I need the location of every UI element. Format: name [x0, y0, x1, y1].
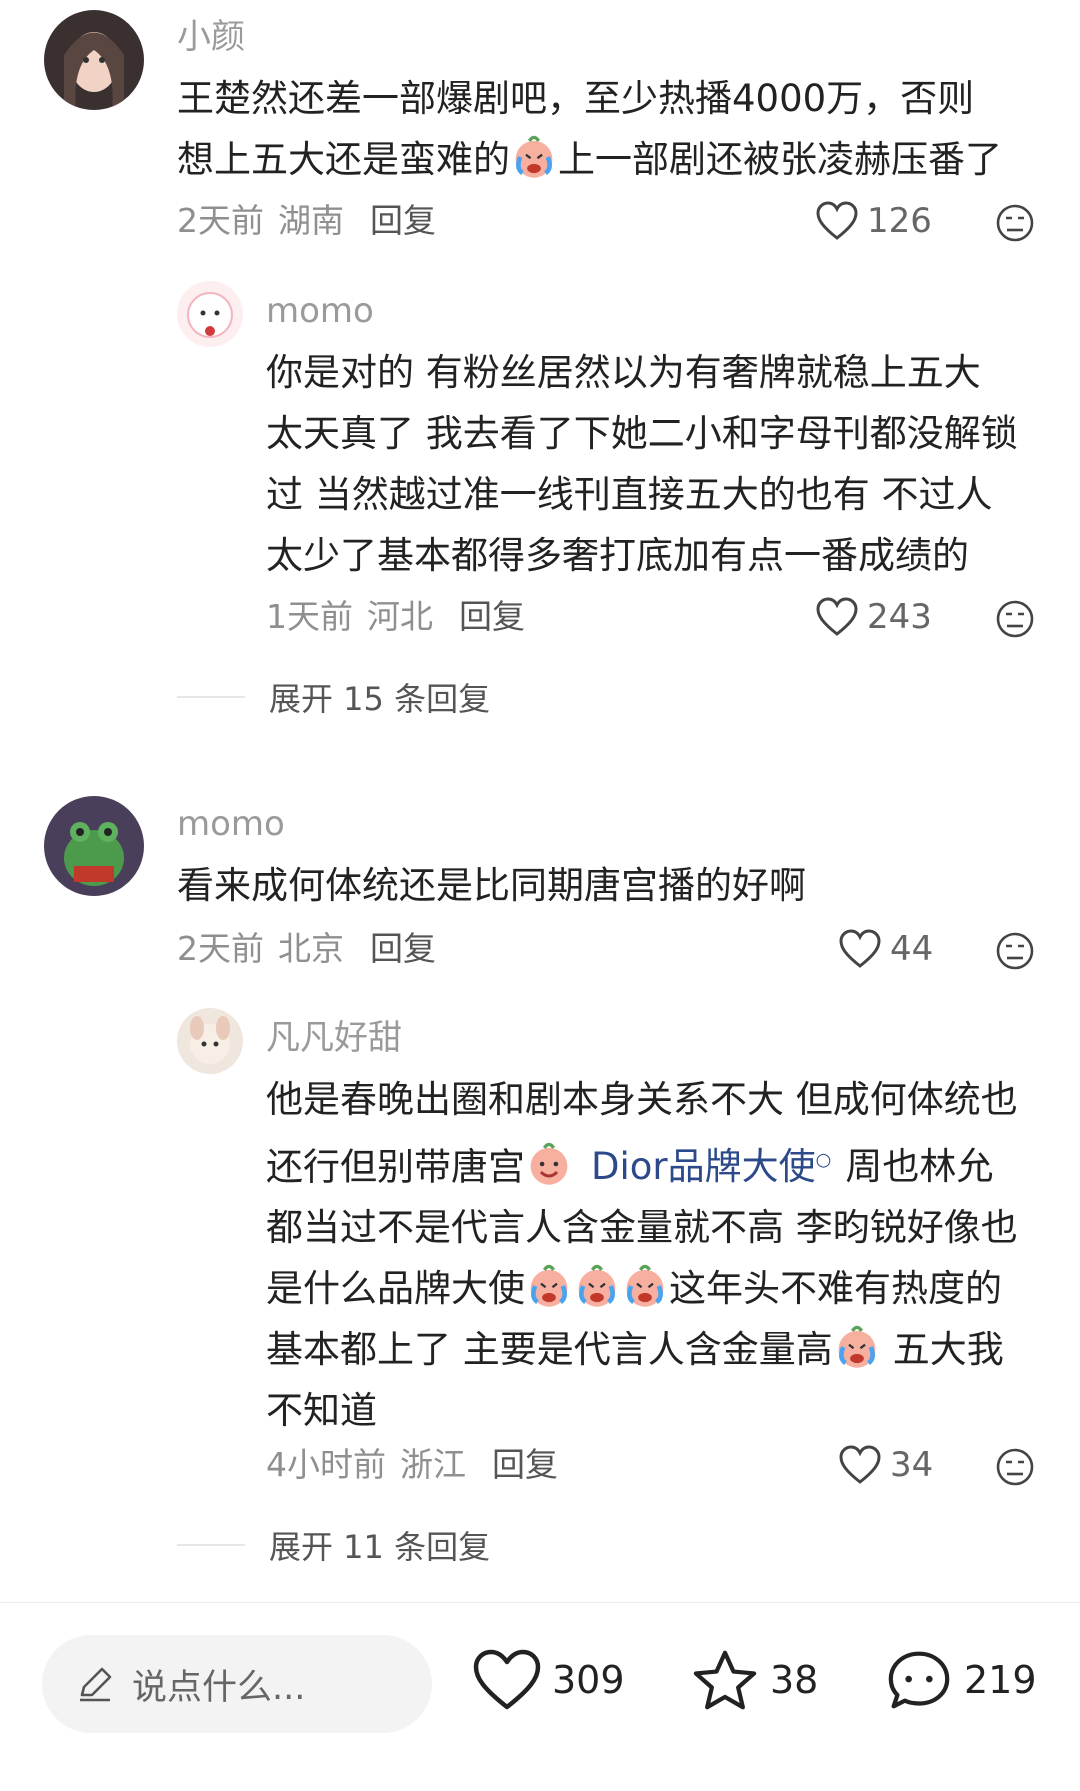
comment-line: 过 当然越过准一线刊直接五大的也有 不过人: [266, 473, 993, 516]
avatar[interactable]: [177, 1008, 243, 1074]
comment-meta: 4小时前 浙江 回复: [266, 1445, 558, 1485]
dislike-button[interactable]: [995, 1447, 1035, 1487]
dislike-face-icon: [996, 1448, 1034, 1486]
comment-meta: 1天前 河北 回复: [266, 597, 525, 637]
heart-icon: [839, 929, 881, 968]
dislike-face-icon: [996, 600, 1034, 638]
dislike-button[interactable]: [995, 599, 1035, 639]
crying-emoji: [511, 134, 557, 180]
comment-text: 他是春晚出圈和剧本身关系不大 但成何体统也 还行但别带唐宫 Dior品牌大使○ 周也…: [266, 1069, 1018, 1441]
crying-emoji: [834, 1324, 880, 1370]
comments-count: 219: [964, 1658, 1037, 1702]
dislike-button[interactable]: [995, 931, 1035, 971]
divider-line: [177, 1544, 245, 1546]
favorite-button[interactable]: 38: [690, 1649, 818, 1711]
like-button[interactable]: 44: [838, 929, 933, 969]
comment-username[interactable]: 凡凡好甜: [266, 1018, 402, 1058]
comment-time: 2天前: [177, 929, 264, 968]
like-post-button[interactable]: 309: [472, 1649, 625, 1711]
comment-line-segment: 想上五大还是蛮难的: [177, 138, 510, 181]
comment-line: 你是对的 有粉丝居然以为有奢牌就稳上五大: [266, 351, 981, 394]
brand-link[interactable]: Dior品牌大使○: [591, 1145, 831, 1188]
expand-replies-button[interactable]: 展开 15 条回复: [177, 674, 490, 720]
comment-line-segment: 五大我: [892, 1328, 1004, 1372]
comment-line: 想上五大还是蛮难的 上一部剧还被张凌赫压番了: [177, 129, 1002, 190]
reply-button[interactable]: 回复: [492, 1445, 558, 1484]
star-icon: [693, 1650, 757, 1710]
comment-line-segment: 还行但别带唐宫: [266, 1145, 525, 1189]
comment-text: 你是对的 有粉丝居然以为有奢牌就稳上五大 太天真了 我去看了下她二小和字母刊都没…: [266, 342, 1018, 586]
comment-line: 不知道: [266, 1389, 377, 1433]
comment-text: 王楚然还差一部爆剧吧，至少热播4000万，否则 想上五大还是蛮难的 上一部剧还被张…: [177, 68, 1002, 190]
comment-input[interactable]: 说点什么...: [42, 1635, 432, 1733]
comment-line: 看来成何体统还是比同期唐宫播的好啊: [177, 864, 806, 907]
comment-location: 河北: [367, 597, 433, 636]
comment-time: 2天前: [177, 201, 264, 240]
comment-line: 他是春晚出圈和剧本身关系不大 但成何体统也: [266, 1078, 1018, 1121]
comment-line-segment: 基本都上了 主要是代言人含金量高: [266, 1328, 833, 1372]
comment-location: 湖南: [278, 201, 344, 240]
favorite-count: 38: [770, 1658, 819, 1702]
comments-button[interactable]: 219: [884, 1649, 1037, 1711]
comment-meta: 2天前 北京 回复: [177, 929, 436, 969]
heart-icon: [839, 1445, 881, 1484]
comment-line: 王楚然还差一部爆剧吧，至少热播4000万，否则: [177, 77, 975, 120]
reply-button[interactable]: 回复: [459, 597, 525, 636]
heart-icon: [816, 201, 858, 240]
comment-line: 基本都上了 主要是代言人含金量高 五大我: [266, 1319, 1018, 1380]
smile-emoji: [526, 1141, 572, 1187]
pencil-icon: [80, 1667, 112, 1702]
crying-emoji: [574, 1263, 620, 1309]
comment-line-segment: 是什么品牌大使: [266, 1267, 525, 1311]
like-button[interactable]: 34: [838, 1445, 933, 1485]
crying-emoji: [526, 1263, 572, 1309]
like-count: 126: [867, 201, 932, 241]
heart-icon: [816, 597, 858, 636]
chat-bubble-icon: [888, 1651, 950, 1709]
heart-icon: [473, 1649, 541, 1710]
avatar[interactable]: [44, 10, 144, 110]
reply-button[interactable]: 回复: [370, 929, 436, 968]
avatar[interactable]: [44, 796, 144, 896]
comment-username[interactable]: 小颜: [177, 17, 245, 57]
bottom-action-bar: 说点什么... 309 38 219: [0, 1602, 1080, 1791]
like-count: 34: [890, 1445, 934, 1485]
comment-location: 浙江: [400, 1445, 466, 1484]
search-icon: ○: [815, 1150, 832, 1171]
comment-line: 还行但别带唐宫 Dior品牌大使○ 周也林允: [266, 1130, 1018, 1197]
crying-emoji: [622, 1263, 668, 1309]
reply-button[interactable]: 回复: [370, 201, 436, 240]
comment-time: 4小时前: [266, 1445, 386, 1484]
comment-username[interactable]: momo: [266, 291, 374, 331]
comment-line-segment: 周也林允: [845, 1145, 994, 1189]
comment-line: 太天真了 我去看了下她二小和字母刊都没解锁: [266, 412, 1018, 455]
expand-replies-label: 展开 11 条回复: [269, 1528, 491, 1566]
comment-input-placeholder: 说点什么...: [132, 1667, 306, 1708]
brand-link-label: Dior品牌大使: [591, 1145, 816, 1189]
like-count: 44: [890, 929, 934, 969]
dislike-face-icon: [996, 204, 1034, 242]
comment-line-segment: 上一部剧还被张凌赫压番了: [558, 138, 1002, 181]
comment-line: 都当过不是代言人含金量就不高 李昀锐好像也: [266, 1206, 1018, 1250]
comment-time: 1天前: [266, 597, 353, 636]
like-button[interactable]: 126: [815, 201, 932, 241]
divider-line: [177, 696, 245, 698]
comment-line: 是什么品牌大使 这年头不难有热度的: [266, 1258, 1018, 1319]
comment-text: 看来成何体统还是比同期唐宫播的好啊: [177, 855, 806, 916]
expand-replies-button[interactable]: 展开 11 条回复: [177, 1522, 490, 1568]
comment-line: 太少了基本都得多奢打底加有点一番成绩的: [266, 534, 969, 577]
avatar[interactable]: [177, 281, 243, 347]
like-button[interactable]: 243: [815, 597, 932, 637]
like-count: 243: [867, 597, 932, 637]
comment-line-segment: 这年头不难有热度的: [669, 1267, 1002, 1311]
like-post-count: 309: [552, 1658, 625, 1702]
comment-username[interactable]: momo: [177, 804, 285, 844]
comment-location: 北京: [278, 929, 344, 968]
expand-replies-label: 展开 15 条回复: [269, 680, 491, 718]
comment-meta: 2天前 湖南 回复: [177, 201, 436, 241]
dislike-button[interactable]: [995, 203, 1035, 243]
dislike-face-icon: [996, 932, 1034, 970]
